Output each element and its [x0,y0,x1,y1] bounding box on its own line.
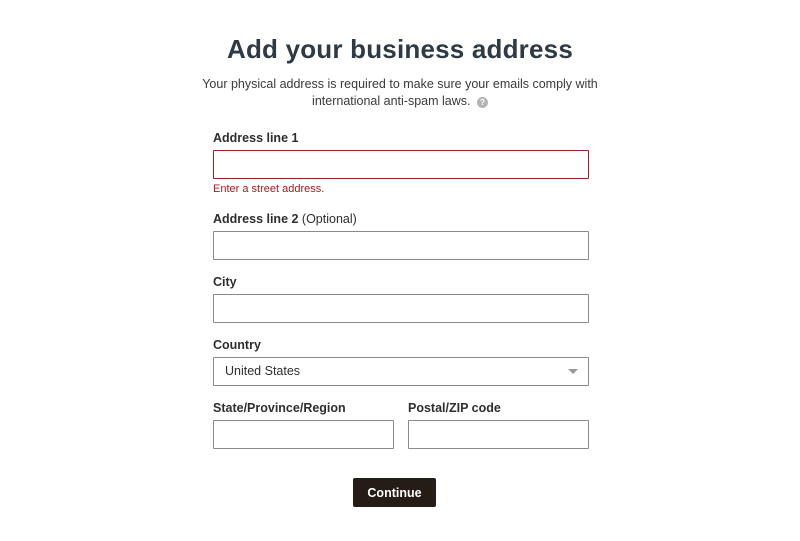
address-line-1-label: Address line 1 [213,131,299,145]
optional-tag: (Optional) [298,212,357,226]
subtitle-text: Your physical address is required to mak… [202,77,598,108]
country-select[interactable]: United States [213,357,589,386]
page-subtitle: Your physical address is required to mak… [200,76,600,110]
address-line-2-label: Address line 2 (Optional) [213,212,357,226]
page-title: Add your business address [227,34,573,64]
postal-code-input[interactable] [408,420,589,449]
help-icon[interactable]: ? [476,97,488,108]
country-selected-value: United States [225,364,301,378]
address-form-page: Add your business address Your physical … [0,0,800,541]
address-line-2-input[interactable] [213,231,589,260]
postal-code-label: Postal/ZIP code [408,401,501,415]
city-input[interactable] [213,294,589,323]
country-label: Country [213,338,261,352]
continue-button[interactable]: Continue [353,478,436,507]
city-label: City [213,275,237,289]
address-line-2-label-text: Address line 2 [213,212,299,226]
chevron-down-icon [568,369,578,374]
state-label: State/Province/Region [213,401,346,415]
address-line-1-input[interactable] [213,150,589,179]
address-line-1-error: Enter a street address. [213,183,325,195]
state-input[interactable] [213,420,394,449]
